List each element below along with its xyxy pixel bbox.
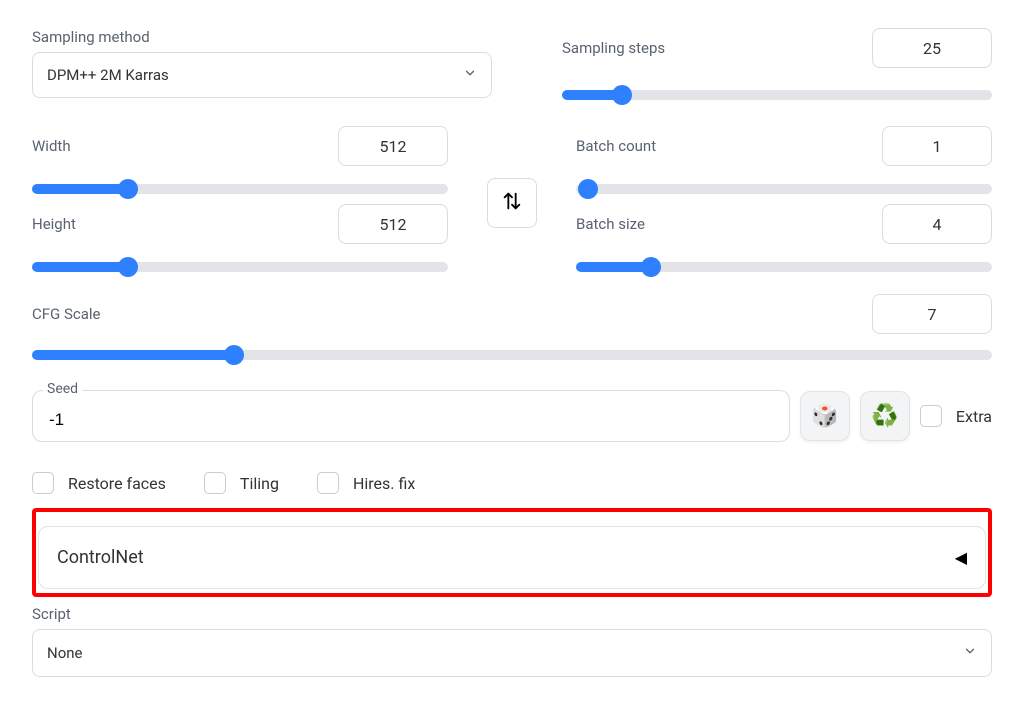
hires-fix-checkbox[interactable] — [317, 472, 339, 494]
controlnet-title: ControlNet — [57, 547, 144, 568]
script-value: None — [47, 644, 83, 662]
sampling-method-value: DPM++ 2M Karras — [47, 66, 169, 84]
controlnet-highlight: ControlNet ◀ — [32, 508, 992, 597]
chevron-down-icon — [963, 644, 977, 662]
sampling-steps-slider[interactable] — [562, 90, 992, 100]
batch-size-slider[interactable] — [576, 262, 992, 272]
swap-icon — [501, 190, 523, 217]
seed-fieldset: Seed — [32, 390, 790, 442]
seed-random-button[interactable]: 🎲 — [800, 391, 850, 441]
triangle-left-icon: ◀ — [955, 548, 967, 567]
sampling-method-label: Sampling method — [32, 28, 492, 46]
sampling-steps-label: Sampling steps — [562, 39, 665, 57]
height-input[interactable]: 512 — [338, 204, 448, 244]
batch-size-label: Batch size — [576, 215, 645, 233]
height-label: Height — [32, 215, 76, 233]
height-slider[interactable] — [32, 262, 448, 272]
controlnet-accordion[interactable]: ControlNet ◀ — [38, 526, 986, 589]
seed-label: Seed — [43, 381, 82, 397]
chevron-down-icon — [463, 66, 477, 84]
cfg-scale-label: CFG Scale — [32, 305, 101, 323]
width-slider[interactable] — [32, 184, 448, 194]
tiling-label: Tiling — [240, 474, 279, 493]
script-label: Script — [32, 605, 992, 623]
sampling-method-select[interactable]: DPM++ 2M Karras — [32, 52, 492, 98]
sampling-steps-input[interactable]: 25 — [872, 28, 992, 68]
batch-count-slider[interactable] — [576, 184, 992, 194]
script-select[interactable]: None — [32, 629, 992, 677]
batch-count-input[interactable]: 1 — [882, 126, 992, 166]
seed-reuse-button[interactable]: ♻️ — [860, 391, 910, 441]
batch-count-label: Batch count — [576, 137, 656, 155]
recycle-icon: ♻️ — [871, 404, 898, 429]
extra-checkbox[interactable] — [920, 405, 942, 427]
width-label: Width — [32, 137, 71, 155]
hires-fix-label: Hires. fix — [353, 474, 415, 493]
batch-size-input[interactable]: 4 — [882, 204, 992, 244]
restore-faces-label: Restore faces — [68, 474, 166, 493]
seed-input[interactable] — [47, 409, 775, 431]
tiling-checkbox[interactable] — [204, 472, 226, 494]
cfg-scale-slider[interactable] — [32, 350, 992, 360]
restore-faces-checkbox[interactable] — [32, 472, 54, 494]
swap-dimensions-button[interactable] — [487, 178, 537, 228]
width-input[interactable]: 512 — [338, 126, 448, 166]
cfg-scale-input[interactable]: 7 — [872, 294, 992, 334]
extra-label: Extra — [956, 407, 992, 426]
dice-icon: 🎲 — [811, 404, 838, 429]
